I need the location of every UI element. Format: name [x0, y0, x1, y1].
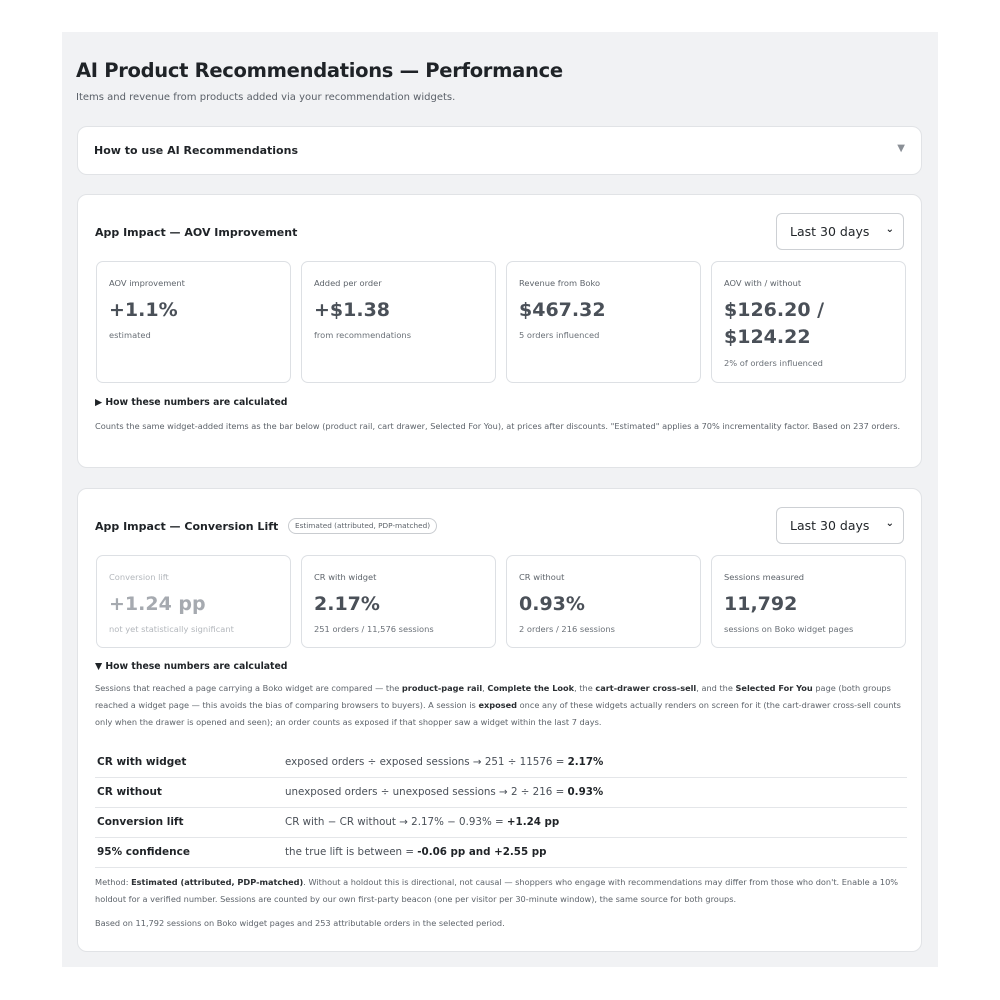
page-title: AI Product Recommendations — Performance: [76, 59, 563, 82]
metric-label: Revenue from Boko: [519, 278, 601, 288]
metric-label: AOV improvement: [109, 278, 185, 288]
metric-value: $467.32: [519, 299, 606, 321]
metric-value-line-1: $126.20 /: [724, 299, 825, 321]
method-note: Method: Estimated (attributed, PDP-match…: [95, 877, 899, 904]
metric-label: CR with widget: [314, 572, 377, 582]
page-container: AI Product Recommendations — Performance…: [62, 32, 938, 967]
metric-sub: sessions on Boko widget pages: [724, 624, 854, 634]
table-row: CR without unexposed orders ÷ unexposed …: [95, 778, 907, 808]
row-formula: CR with − CR without → 2.17% − 0.93% = +…: [285, 816, 560, 828]
metric-value: +1.1%: [109, 299, 178, 321]
conversion-section-title: App Impact — Conversion Lift: [95, 520, 279, 533]
metric-conversion-lift: Conversion lift +1.24 pp not yet statist…: [96, 555, 291, 648]
metric-label: Sessions measured: [724, 572, 805, 582]
metric-sessions-measured: Sessions measured 11,792 sessions on Bok…: [711, 555, 906, 648]
chevron-down-icon: ⌄: [885, 224, 894, 235]
metric-aov-with-without: AOV with / without $126.20 / $124.22 2% …: [711, 261, 906, 383]
metric-value-line-2: $124.22: [724, 326, 811, 348]
aov-section-title: App Impact — AOV Improvement: [95, 226, 298, 239]
triangle-down-icon: ▼: [897, 143, 905, 154]
based-on-note: Based on 11,792 sessions on Boko widget …: [95, 918, 505, 928]
metric-value: +$1.38: [314, 299, 391, 321]
metric-sub: estimated: [109, 330, 151, 340]
how-to-use-label: How to use AI Recommendations: [94, 144, 298, 157]
row-formula: the true lift is between = -0.06 pp and …: [285, 846, 547, 858]
metric-sub: from recommendations: [314, 330, 412, 340]
estimate-badge: Estimated (attributed, PDP-matched): [288, 518, 438, 534]
aov-improvement-card: App Impact — AOV Improvement Last 30 day…: [77, 194, 922, 468]
metric-label: CR without: [519, 572, 565, 582]
aov-period-select[interactable]: Last 30 days ⌄: [776, 213, 904, 250]
row-key: Conversion lift: [97, 816, 184, 828]
how-to-use-accordion[interactable]: How to use AI Recommendations ▼: [77, 126, 922, 175]
metric-revenue-from-boko: Revenue from Boko $467.32 5 orders influ…: [506, 261, 701, 383]
aov-period-value: Last 30 days: [790, 224, 870, 239]
conversion-lift-card: App Impact — Conversion Lift Estimated (…: [77, 488, 922, 952]
row-formula: unexposed orders ÷ unexposed sessions → …: [285, 786, 604, 798]
metric-sub: not yet statistically significant: [109, 624, 234, 634]
conversion-period-select[interactable]: Last 30 days ⌄: [776, 507, 904, 544]
metric-value: 0.93%: [519, 593, 585, 615]
metric-cr-with-widget: CR with widget 2.17% 251 orders / 11,576…: [301, 555, 496, 648]
metric-label: Conversion lift: [109, 572, 169, 582]
metric-value: +1.24 pp: [109, 593, 206, 615]
page-subtitle: Items and revenue from products added vi…: [76, 92, 456, 103]
row-key: 95% confidence: [97, 846, 190, 858]
row-formula: exposed orders ÷ exposed sessions → 251 …: [285, 756, 604, 768]
metric-sub: 251 orders / 11,576 sessions: [314, 624, 434, 634]
metric-aov-improvement: AOV improvement +1.1% estimated: [96, 261, 291, 383]
metric-label: Added per order: [314, 278, 382, 288]
metric-sub: 2 orders / 216 sessions: [519, 624, 615, 634]
table-row: CR with widget exposed orders ÷ exposed …: [95, 748, 907, 778]
metric-sub: 5 orders influenced: [519, 330, 600, 340]
table-row: Conversion lift CR with − CR without → 2…: [95, 808, 907, 838]
aov-details-toggle[interactable]: ▶ How these numbers are calculated: [95, 397, 287, 408]
row-key: CR with widget: [97, 756, 187, 768]
metric-sub: 2% of orders influenced: [724, 358, 823, 368]
metric-value: 11,792: [724, 593, 798, 615]
conversion-details-toggle[interactable]: ▼ How these numbers are calculated: [95, 661, 287, 672]
row-key: CR without: [97, 786, 162, 798]
metric-value: 2.17%: [314, 593, 380, 615]
metric-cr-without: CR without 0.93% 2 orders / 216 sessions: [506, 555, 701, 648]
metric-label: AOV with / without: [724, 278, 802, 288]
chevron-down-icon: ⌄: [885, 518, 894, 529]
conversion-period-value: Last 30 days: [790, 518, 870, 533]
metric-added-per-order: Added per order +$1.38 from recommendati…: [301, 261, 496, 383]
aov-details-note: Counts the same widget-added items as th…: [95, 421, 901, 431]
conversion-explanation: Sessions that reached a page carrying a …: [95, 683, 901, 727]
table-row: 95% confidence the true lift is between …: [95, 838, 907, 868]
